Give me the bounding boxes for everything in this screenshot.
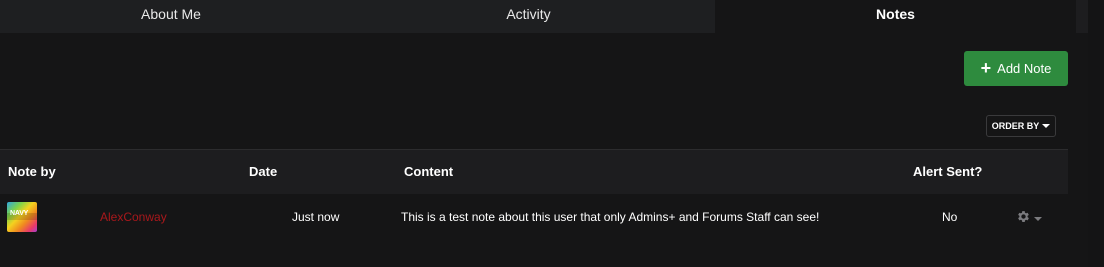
table-header: Note by Date Content Alert Sent? (0, 149, 1068, 194)
table-row: NAVY AlexConway Just now This is a test … (0, 194, 1068, 240)
add-note-button[interactable]: + Add Note (964, 51, 1068, 86)
column-header-note-by: Note by (8, 164, 56, 179)
tab-activity[interactable]: Activity (342, 0, 715, 33)
caret-down-icon (1042, 124, 1051, 128)
note-content: This is a test note about this user that… (401, 210, 820, 224)
gear-icon (1016, 209, 1031, 229)
note-date: Just now (292, 210, 340, 224)
scrollbar[interactable] (1088, 0, 1104, 267)
tab-about-me[interactable]: About Me (0, 0, 342, 33)
tab-bar-end (1076, 0, 1088, 33)
notes-panel: About Me Activity Notes + Add Note ORDER… (0, 0, 1104, 267)
alert-sent-value: No (942, 210, 958, 224)
order-by-label: ORDER BY (991, 121, 1040, 131)
add-note-label: Add Note (997, 61, 1052, 76)
chevron-down-icon (1034, 217, 1042, 221)
column-header-content: Content (404, 164, 454, 179)
note-actions-dropdown[interactable] (1016, 209, 1042, 229)
note-author-link[interactable]: AlexConway (100, 210, 167, 224)
column-header-alert-sent: Alert Sent? (913, 164, 983, 179)
column-header-date: Date (249, 164, 278, 179)
order-by-dropdown[interactable]: ORDER BY (986, 115, 1056, 137)
avatar-logo: NAVY (10, 210, 29, 217)
profile-tabs: About Me Activity Notes (0, 0, 1076, 33)
avatar[interactable]: NAVY (7, 202, 37, 232)
tab-notes[interactable]: Notes (715, 0, 1076, 33)
plus-icon: + (980, 57, 992, 78)
